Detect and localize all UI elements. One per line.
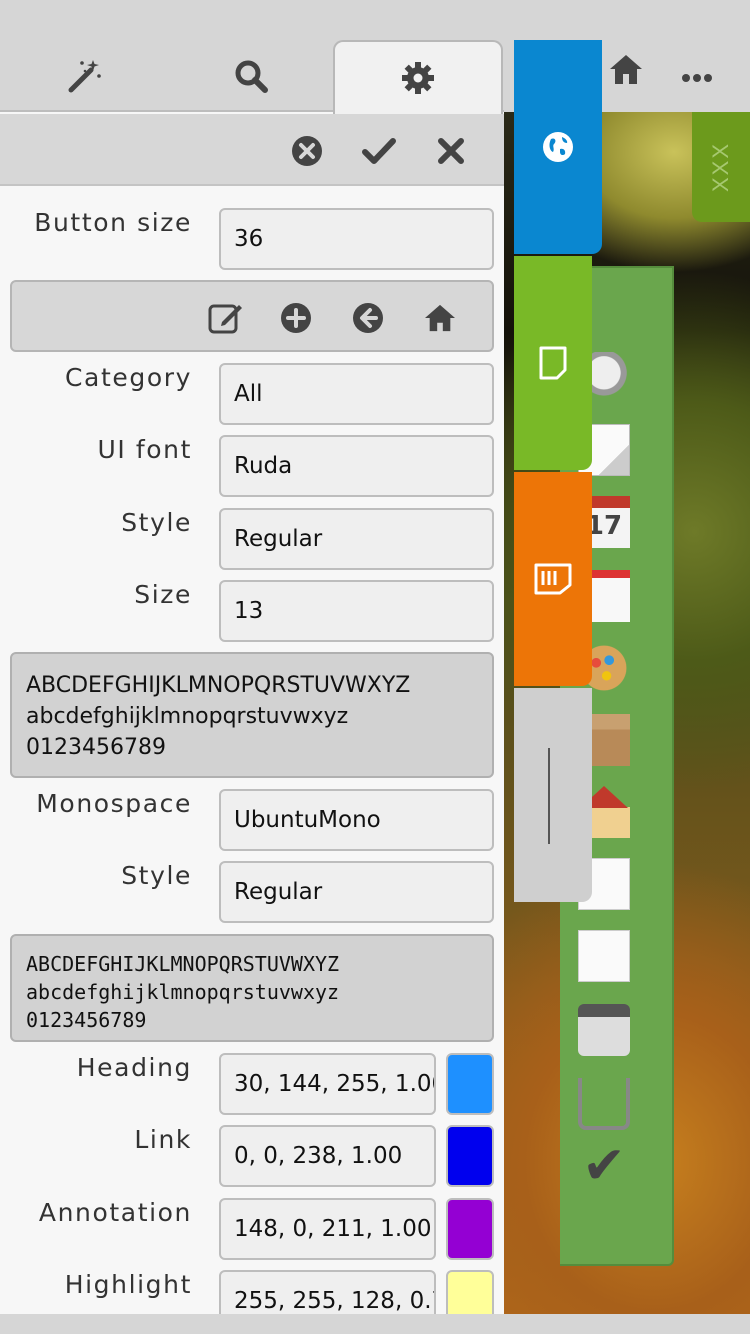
home-icon[interactable]: [608, 52, 644, 90]
settings-panel: Button size 36 Category All UI font Ruda: [0, 0, 504, 1314]
panel-tabs: [0, 0, 504, 114]
highlight-color-label: Highlight: [64, 1270, 192, 1299]
side-tab-note[interactable]: [514, 256, 592, 470]
check-icon: [362, 138, 396, 164]
globe-icon: [543, 132, 573, 162]
heading-color-swatch[interactable]: [446, 1053, 494, 1115]
ui-style-label: Style: [121, 508, 192, 537]
confirm-button[interactable]: [362, 134, 396, 168]
heading-color-label: Heading: [76, 1053, 192, 1082]
edit-icon: [208, 304, 242, 334]
monospace-row: Monospace UbuntuMono: [0, 789, 504, 851]
drag-handle[interactable]: [548, 748, 550, 844]
more-icon[interactable]: [682, 68, 712, 87]
link-color-swatch[interactable]: [446, 1125, 494, 1187]
highlight-color-field[interactable]: 255, 255, 128, 0.75: [219, 1270, 436, 1314]
xxx-tab-label: XXX: [708, 141, 733, 193]
category-label: Category: [65, 363, 192, 392]
side-tab-memo[interactable]: [514, 472, 592, 686]
ui-size-label: Size: [134, 580, 192, 609]
close-button[interactable]: [434, 134, 468, 168]
search-icon: [235, 60, 268, 93]
monospace-select[interactable]: UbuntuMono: [219, 789, 494, 851]
link-color-field[interactable]: 0, 0, 238, 1.00: [219, 1125, 436, 1187]
back-circle-icon: [353, 303, 383, 333]
tab-search[interactable]: [166, 40, 336, 112]
mono-style-label: Style: [121, 861, 192, 890]
link-color-label: Link: [134, 1125, 192, 1154]
annotation-color-swatch[interactable]: [446, 1198, 494, 1260]
mono-preview-digits: 0123456789: [26, 1008, 147, 1032]
ui-size-field[interactable]: 13: [219, 580, 494, 642]
home-icon: [425, 304, 455, 332]
button-size-label: Button size: [34, 208, 192, 237]
close-icon: [438, 138, 464, 164]
ui-style-select[interactable]: Regular: [219, 508, 494, 570]
note-icon: [539, 346, 567, 380]
ui-size-row: Size 13: [0, 580, 504, 642]
button-preview-bar: [10, 280, 494, 352]
camera-icon[interactable]: [578, 1004, 630, 1056]
gear-icon: [402, 62, 434, 94]
mono-style-select[interactable]: Regular: [219, 861, 494, 923]
mono-font-preview: ABCDEFGHIJKLMNOPQRSTUVWXYZ abcdefghijklm…: [10, 934, 494, 1042]
monospace-label: Monospace: [36, 789, 192, 818]
cancel-button[interactable]: [290, 134, 324, 168]
link-color-row: Link 0, 0, 238, 1.00: [0, 1125, 504, 1187]
home-button[interactable]: [422, 300, 458, 336]
heading-color-field[interactable]: 30, 144, 255, 1.00: [219, 1053, 436, 1115]
xxx-tab[interactable]: XXX: [692, 112, 750, 222]
bottom-strip: [0, 1314, 750, 1334]
preview-digits: 0123456789: [26, 735, 166, 760]
ui-font-label: UI font: [97, 435, 192, 464]
category-row: Category All: [0, 363, 504, 425]
ui-font-select[interactable]: Ruda: [219, 435, 494, 497]
preview-lowercase: abcdefghijklmnopqrstuvwxyz: [26, 704, 349, 729]
preview-uppercase: ABCDEFGHIJKLMNOPQRSTUVWXYZ: [26, 673, 411, 698]
tab-settings[interactable]: [333, 40, 503, 114]
mono-style-row: Style Regular: [0, 861, 504, 923]
tab-magic[interactable]: [0, 40, 170, 112]
ui-font-row: UI font Ruda: [0, 435, 504, 497]
magic-wand-icon: [68, 60, 101, 93]
notepad2-icon[interactable]: [578, 930, 630, 982]
cart-icon[interactable]: [578, 1078, 630, 1130]
ui-style-row: Style Regular: [0, 508, 504, 570]
mono-preview-uppercase: ABCDEFGHIJKLMNOPQRSTUVWXYZ: [26, 952, 340, 976]
highlight-color-row: Highlight 255, 255, 128, 0.75: [0, 1270, 504, 1314]
memo-icon: [534, 563, 572, 595]
cancel-circle-icon: [292, 136, 322, 166]
category-select[interactable]: All: [219, 363, 494, 425]
edit-button[interactable]: [208, 300, 244, 336]
ui-font-preview: ABCDEFGHIJKLMNOPQRSTUVWXYZ abcdefghijklm…: [10, 652, 494, 778]
annotation-color-label: Annotation: [38, 1198, 192, 1227]
heading-color-row: Heading 30, 144, 255, 1.00: [0, 1053, 504, 1115]
back-button[interactable]: [350, 300, 386, 336]
side-tab-globe[interactable]: [514, 40, 602, 254]
button-size-row: Button size 36: [0, 208, 504, 270]
plus-circle-icon: [281, 303, 311, 333]
panel-toolbar: [0, 114, 504, 186]
mono-preview-lowercase: abcdefghijklmnopqrstuvwxyz: [26, 980, 340, 1004]
highlight-color-swatch[interactable]: [446, 1270, 494, 1314]
checkmark-icon[interactable]: ✔: [578, 1140, 630, 1192]
annotation-color-row: Annotation 148, 0, 211, 1.00: [0, 1198, 504, 1260]
annotation-color-field[interactable]: 148, 0, 211, 1.00: [219, 1198, 436, 1260]
add-button[interactable]: [278, 300, 314, 336]
side-tab-handle[interactable]: [514, 688, 592, 902]
button-size-field[interactable]: 36: [219, 208, 494, 270]
